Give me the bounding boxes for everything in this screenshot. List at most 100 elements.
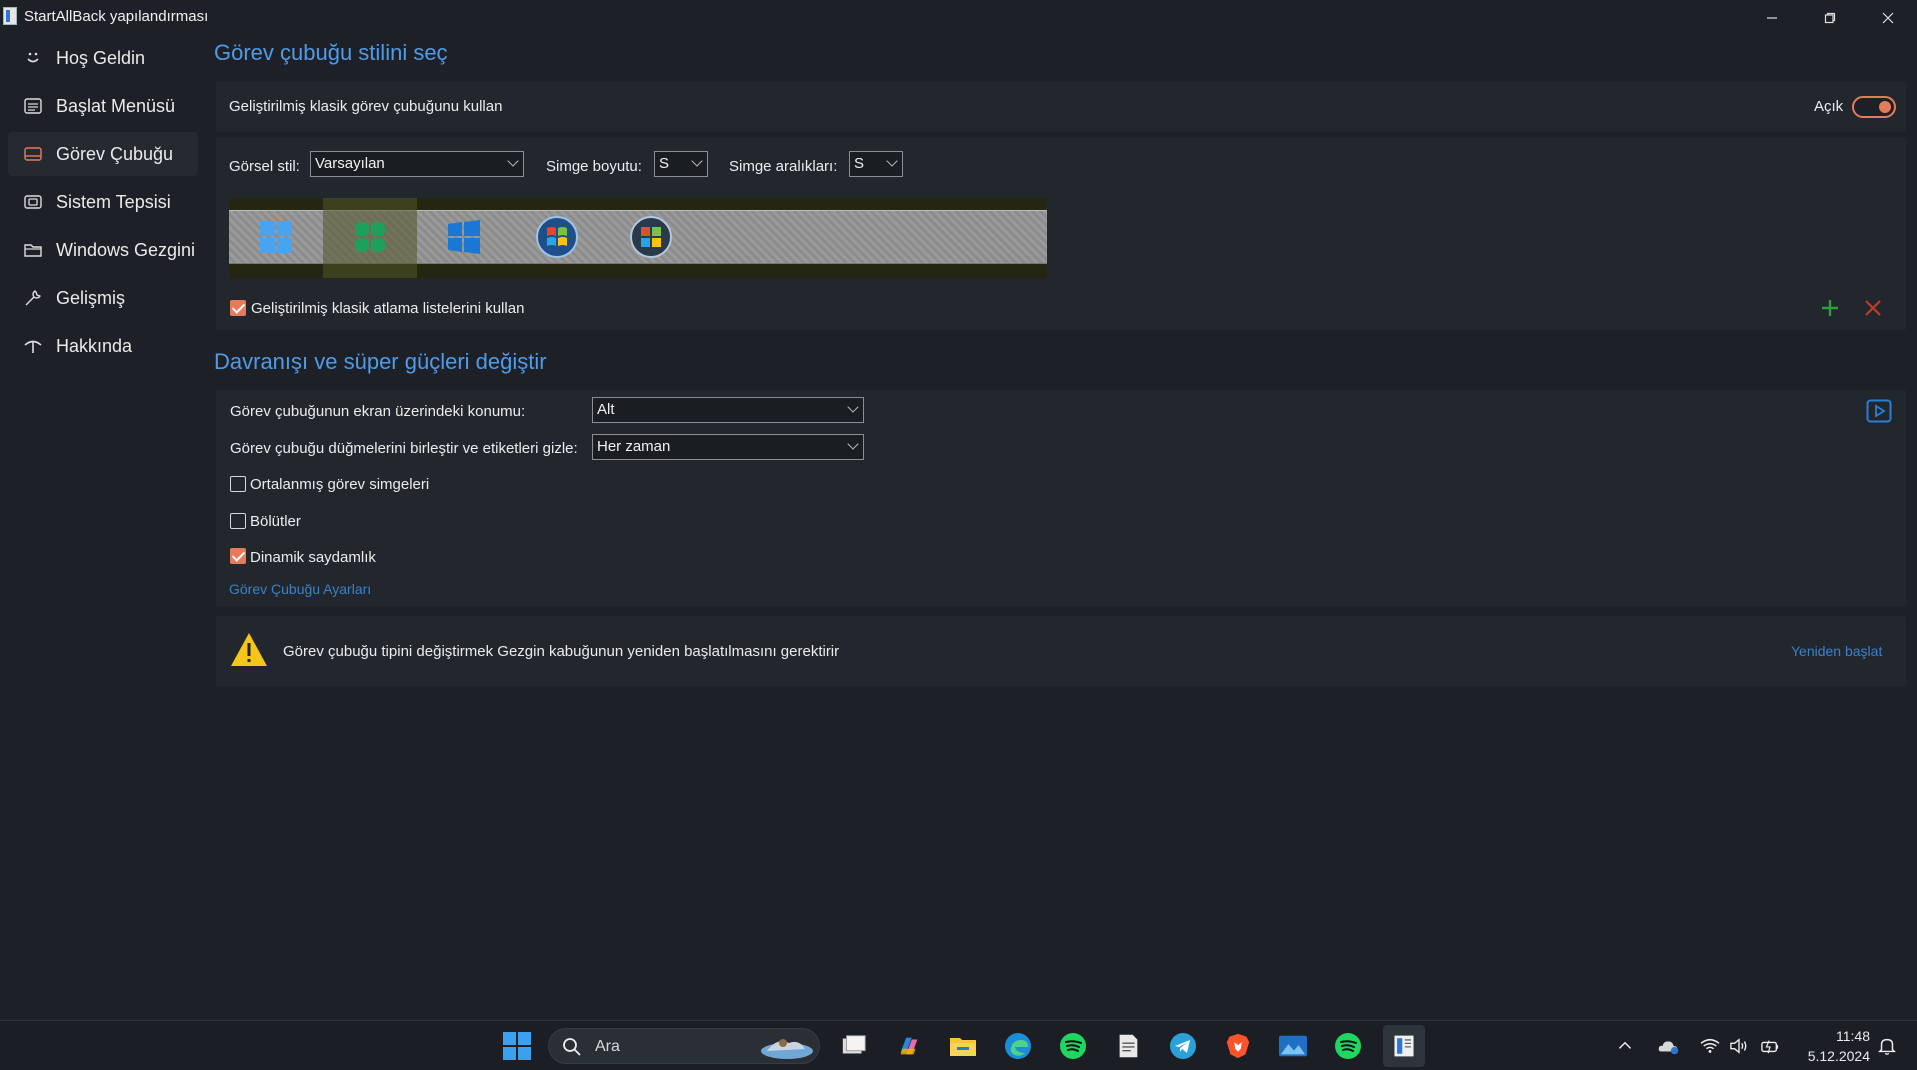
bell-icon [1877,1038,1897,1055]
sidebar-item-taskbar[interactable]: Görev Çubuğu [8,132,198,176]
combine-select[interactable]: Her zaman [592,434,864,460]
search-highlight-icon [761,1039,813,1059]
position-select[interactable]: Alt [592,397,864,423]
sidebar-item-label: Gelişmiş [56,287,126,308]
position-value: Alt [597,401,615,418]
sidebar-item-system-tray[interactable]: Sistem Tepsisi [8,180,198,224]
spotify-second-button[interactable] [1332,1030,1364,1062]
restore-icon [1824,12,1836,24]
spotify-button[interactable] [1057,1030,1089,1062]
wifi-icon [1700,1038,1720,1053]
warning-icon [231,633,267,666]
restore-button[interactable] [1801,0,1859,36]
search-icon [563,1038,581,1056]
taskbar-icon [22,143,44,165]
sidebar-nav: Hoş Geldin Başlat Menüsü Görev Çubuğu Si… [8,36,198,372]
start-button[interactable] [501,1030,533,1062]
sidebar-item-start-menu[interactable]: Başlat Menüsü [8,84,198,128]
brave-button[interactable] [1222,1030,1254,1062]
sidebar-item-about[interactable]: Hakkında [8,324,198,368]
sidebar-item-label: Sistem Tepsisi [56,191,171,212]
chevron-down-icon [847,438,859,450]
clover-style-icon[interactable] [351,218,389,256]
combine-label: Görev çubuğu düğmelerini birleştir ve et… [230,440,578,457]
sidebar-item-welcome[interactable]: Hoş Geldin [8,36,198,80]
taskbar-style-preview [229,198,1047,278]
chevron-down-icon [847,401,859,413]
visual-style-label: Görsel stil: [229,158,300,175]
win10-style-icon[interactable] [445,218,483,256]
copilot-icon [900,1037,918,1055]
jumplist-checkbox[interactable] [230,300,246,316]
vista-orb-icon[interactable] [629,215,673,259]
minimize-icon [1767,17,1777,19]
sidebar-item-advanced[interactable]: Gelişmiş [8,276,198,320]
file-explorer-button[interactable] [947,1030,979,1062]
combine-value: Her zaman [597,438,671,455]
win11-style-icon[interactable] [257,218,295,256]
windows-taskbar: Ara 11:48 5.12.2024 [0,1020,1917,1070]
taskbar-settings-link[interactable]: Görev Çubuğu Ayarları [229,581,371,597]
add-style-button[interactable] [1820,298,1840,318]
onedrive-tray-button[interactable] [1656,1030,1682,1062]
task-view-button[interactable] [838,1030,870,1062]
play-video-icon[interactable] [1866,399,1892,423]
behavior-panel: Görev çubuğunun ekran üzerindeki konumu:… [216,390,1906,606]
minimize-button[interactable] [1743,0,1801,36]
remove-style-button[interactable] [1864,299,1882,317]
close-icon [1882,12,1894,24]
icon-size-value: S [659,155,670,172]
photos-button[interactable] [1277,1030,1309,1062]
startallback-taskbar-button[interactable] [1383,1025,1425,1067]
centered-icons-checkbox[interactable] [230,476,246,492]
photos-icon [1279,1035,1307,1057]
clock-date[interactable]: 5.12.2024 [1800,1048,1870,1064]
chevron-down-icon [886,155,898,167]
classic-taskbar-label: Geliştirilmiş klasik görev çubuğunu kull… [229,98,503,115]
visual-style-value: Varsayılan [315,155,385,172]
startallback-app-icon [3,7,17,25]
restart-warning-panel: Görev çubuğu tipini değiştirmek Gezgin k… [216,616,1906,686]
section-title-behavior: Davranışı ve süper güçleri değiştir [214,349,547,374]
sidebar-item-label: Hoş Geldin [56,47,146,68]
document-app-button[interactable] [1112,1030,1144,1062]
icon-size-select[interactable]: S [654,151,708,177]
dynamic-transparency-checkbox[interactable] [230,548,246,564]
restart-link[interactable]: Yeniden başlat [1791,643,1882,659]
wifi-tray-button[interactable] [1697,1030,1723,1062]
battery-tray-button[interactable] [1757,1030,1783,1062]
icon-spacing-select[interactable]: S [849,151,903,177]
window-controls [1743,0,1917,36]
section-title-taskbar-style: Görev çubuğu stilini seç [214,40,448,65]
battery-icon [1761,1040,1779,1054]
sidebar-item-label: Hakkında [56,335,133,356]
title-bar: StartAllBack yapılandırması [0,0,1917,32]
telegram-button[interactable] [1167,1030,1199,1062]
show-hidden-icons-button[interactable] [1614,1030,1636,1062]
chevron-down-icon [507,155,519,167]
classic-taskbar-toggle[interactable] [1852,96,1896,118]
visual-style-select[interactable]: Varsayılan [310,151,524,177]
win7-orb-icon[interactable] [535,215,579,259]
speaker-icon [1730,1038,1747,1054]
task-view-icon [842,1035,866,1054]
notifications-button[interactable] [1874,1030,1900,1062]
chevron-down-icon [691,155,703,167]
edge-button[interactable] [1002,1030,1034,1062]
close-button[interactable] [1859,0,1917,36]
startallback-icon [1394,1035,1414,1057]
jumplist-label: Geliştirilmiş klasik atlama listelerini … [251,300,525,317]
taskbar-search[interactable]: Ara [548,1028,820,1064]
icon-spacing-label: Simge aralıkları: [729,158,838,175]
chevron-up-icon [1618,1041,1632,1049]
window-title: StartAllBack yapılandırması [24,7,209,25]
volume-tray-button[interactable] [1726,1030,1752,1062]
cloud-icon [1658,1041,1679,1055]
segments-checkbox[interactable] [230,513,246,529]
copilot-button[interactable] [893,1030,925,1062]
sidebar-item-windows-explorer[interactable]: Windows Gezgini [8,228,198,272]
smile-icon [22,47,44,69]
spotify-icon [1060,1033,1086,1059]
clock-time[interactable]: 11:48 [1800,1028,1870,1044]
brave-icon [1226,1033,1250,1059]
